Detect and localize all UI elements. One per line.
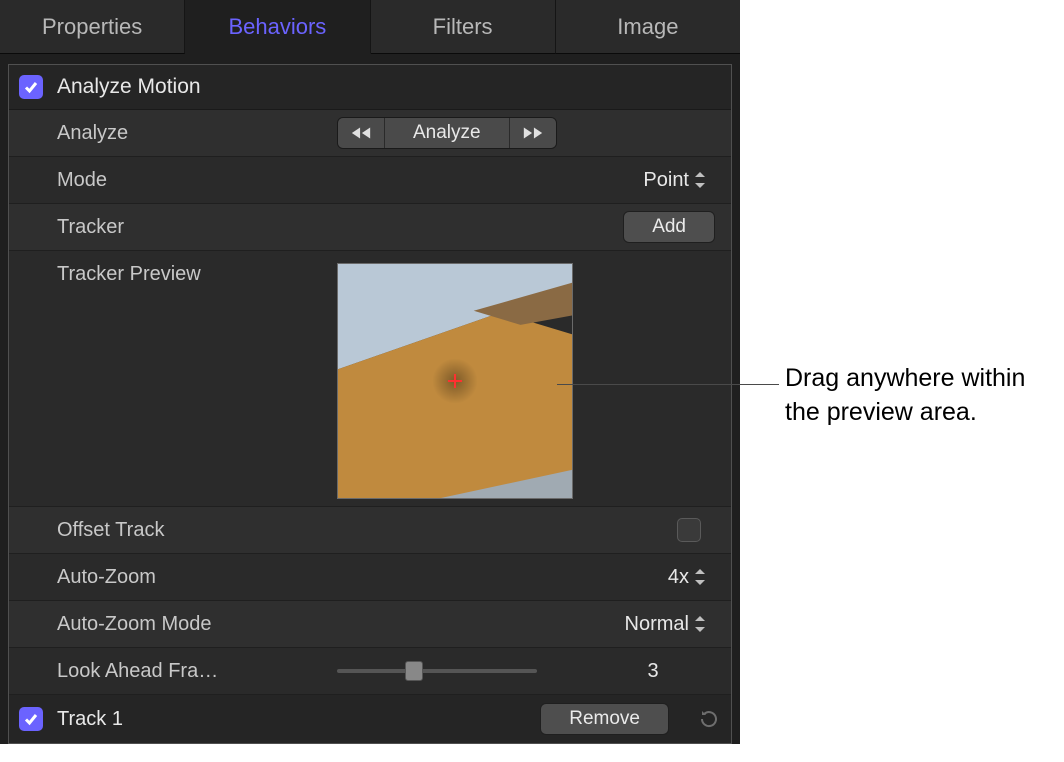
analyze-reverse-button[interactable] [338,118,385,148]
reset-button[interactable] [697,707,721,731]
inspector-body: Analyze Motion Analyze Analyze Mode [8,64,732,744]
label-offset: Offset Track [57,519,337,542]
param-row-offset: Offset Track [9,507,731,554]
autozoom-mode-dropdown[interactable]: Normal [625,613,715,636]
check-icon [23,79,39,95]
track-label: Track 1 [57,708,123,731]
param-row-analyze: Analyze Analyze [9,110,731,157]
param-row-autozoom: Auto-Zoom 4x [9,554,731,601]
mode-value: Point [643,169,689,192]
tab-behaviors[interactable]: Behaviors [185,0,370,54]
annotation-leader-line [557,384,779,385]
label-lookahead: Look Ahead Fra… [57,660,337,683]
slider-thumb[interactable] [405,661,423,681]
tab-image[interactable]: Image [556,0,740,54]
param-row-tracker: Tracker Add [9,204,731,251]
add-tracker-button[interactable]: Add [623,211,715,243]
tracker-preview[interactable] [337,263,573,499]
analyze-button-group: Analyze [337,117,557,149]
autozoom-value: 4x [668,566,689,589]
label-autozoom: Auto-Zoom [57,566,337,589]
tab-properties[interactable]: Properties [0,0,185,54]
param-row-autozoom-mode: Auto-Zoom Mode Normal [9,601,731,648]
label-mode: Mode [57,169,337,192]
lookahead-slider[interactable] [337,669,537,673]
label-autozoom-mode: Auto-Zoom Mode [57,613,337,636]
section-header: Analyze Motion [9,65,731,110]
fast-forward-icon [522,126,544,140]
lookahead-value[interactable]: 3 [623,660,683,683]
track-row: Track 1 Remove [9,695,731,743]
mode-dropdown[interactable]: Point [643,169,715,192]
enable-track1-checkbox[interactable] [19,707,43,731]
updown-caret-icon [695,616,707,632]
analyze-forward-button[interactable] [510,118,556,148]
autozoom-dropdown[interactable]: 4x [668,566,715,589]
enable-analyze-motion-checkbox[interactable] [19,75,43,99]
updown-caret-icon [695,172,707,188]
label-analyze: Analyze [57,122,337,145]
label-preview: Tracker Preview [57,263,337,286]
check-icon [23,711,39,727]
remove-track-button[interactable]: Remove [540,703,669,735]
autozoom-mode-value: Normal [625,613,689,636]
updown-caret-icon [695,569,707,585]
tab-filters[interactable]: Filters [371,0,556,54]
inspector-panel: Properties Behaviors Filters Image Analy… [0,0,740,744]
analyze-button[interactable]: Analyze [385,118,510,148]
param-row-mode: Mode Point [9,157,731,204]
annotation-text-line2: the preview area. [785,396,1025,430]
param-row-lookahead: Look Ahead Fra… 3 [9,648,731,695]
annotation-text-line1: Drag anywhere within [785,362,1025,396]
param-row-preview: Tracker Preview [9,251,731,507]
rewind-icon [350,126,372,140]
offset-track-checkbox[interactable] [677,518,701,542]
annotation-callout: Drag anywhere within the preview area. [785,362,1025,430]
tab-bar: Properties Behaviors Filters Image [0,0,740,54]
reset-arrow-icon [697,707,721,731]
section-title: Analyze Motion [57,75,201,99]
label-tracker: Tracker [57,216,337,239]
